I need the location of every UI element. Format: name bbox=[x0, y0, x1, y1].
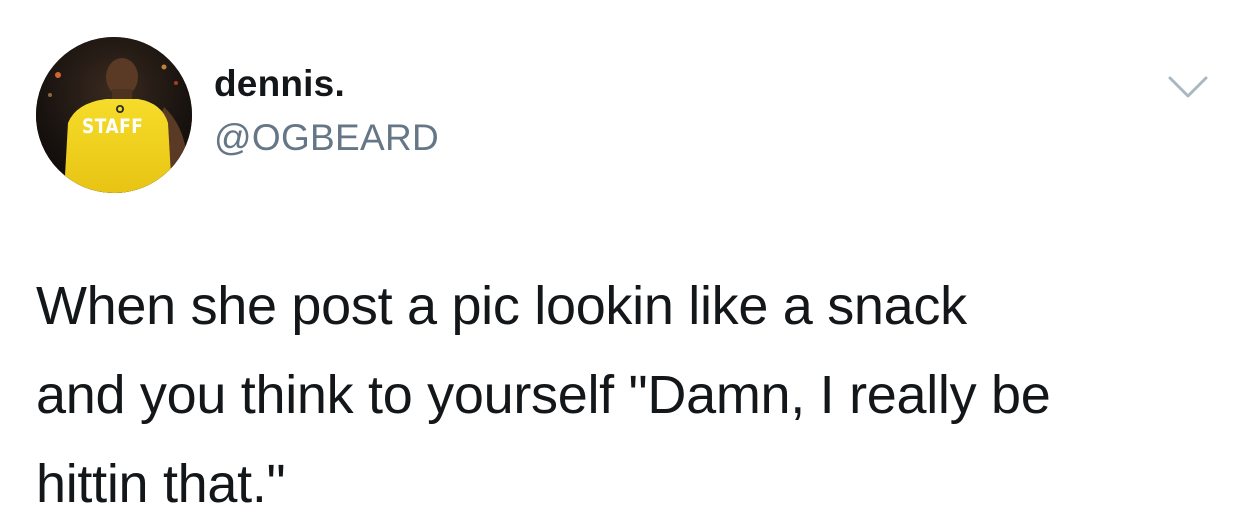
tweet-text-line: hittin that." bbox=[36, 454, 286, 514]
tweet-text-line: and you think to yourself "Damn, I reall… bbox=[36, 365, 1051, 425]
tweet-text: When she post a pic lookin like a snack … bbox=[36, 262, 1216, 529]
user-handle[interactable]: @OGBEARD bbox=[214, 116, 439, 160]
avatar-badge-text: STAFF bbox=[82, 115, 144, 139]
avatar[interactable]: STAFF bbox=[36, 37, 192, 193]
chevron-down-icon bbox=[1168, 76, 1208, 98]
tweet-card: STAFF dennis. @OGBEARD When she post a p… bbox=[0, 0, 1242, 528]
more-options-button[interactable] bbox=[1166, 72, 1210, 102]
tweet-text-line: When she post a pic lookin like a snack bbox=[36, 276, 967, 336]
display-name[interactable]: dennis. bbox=[214, 62, 345, 106]
